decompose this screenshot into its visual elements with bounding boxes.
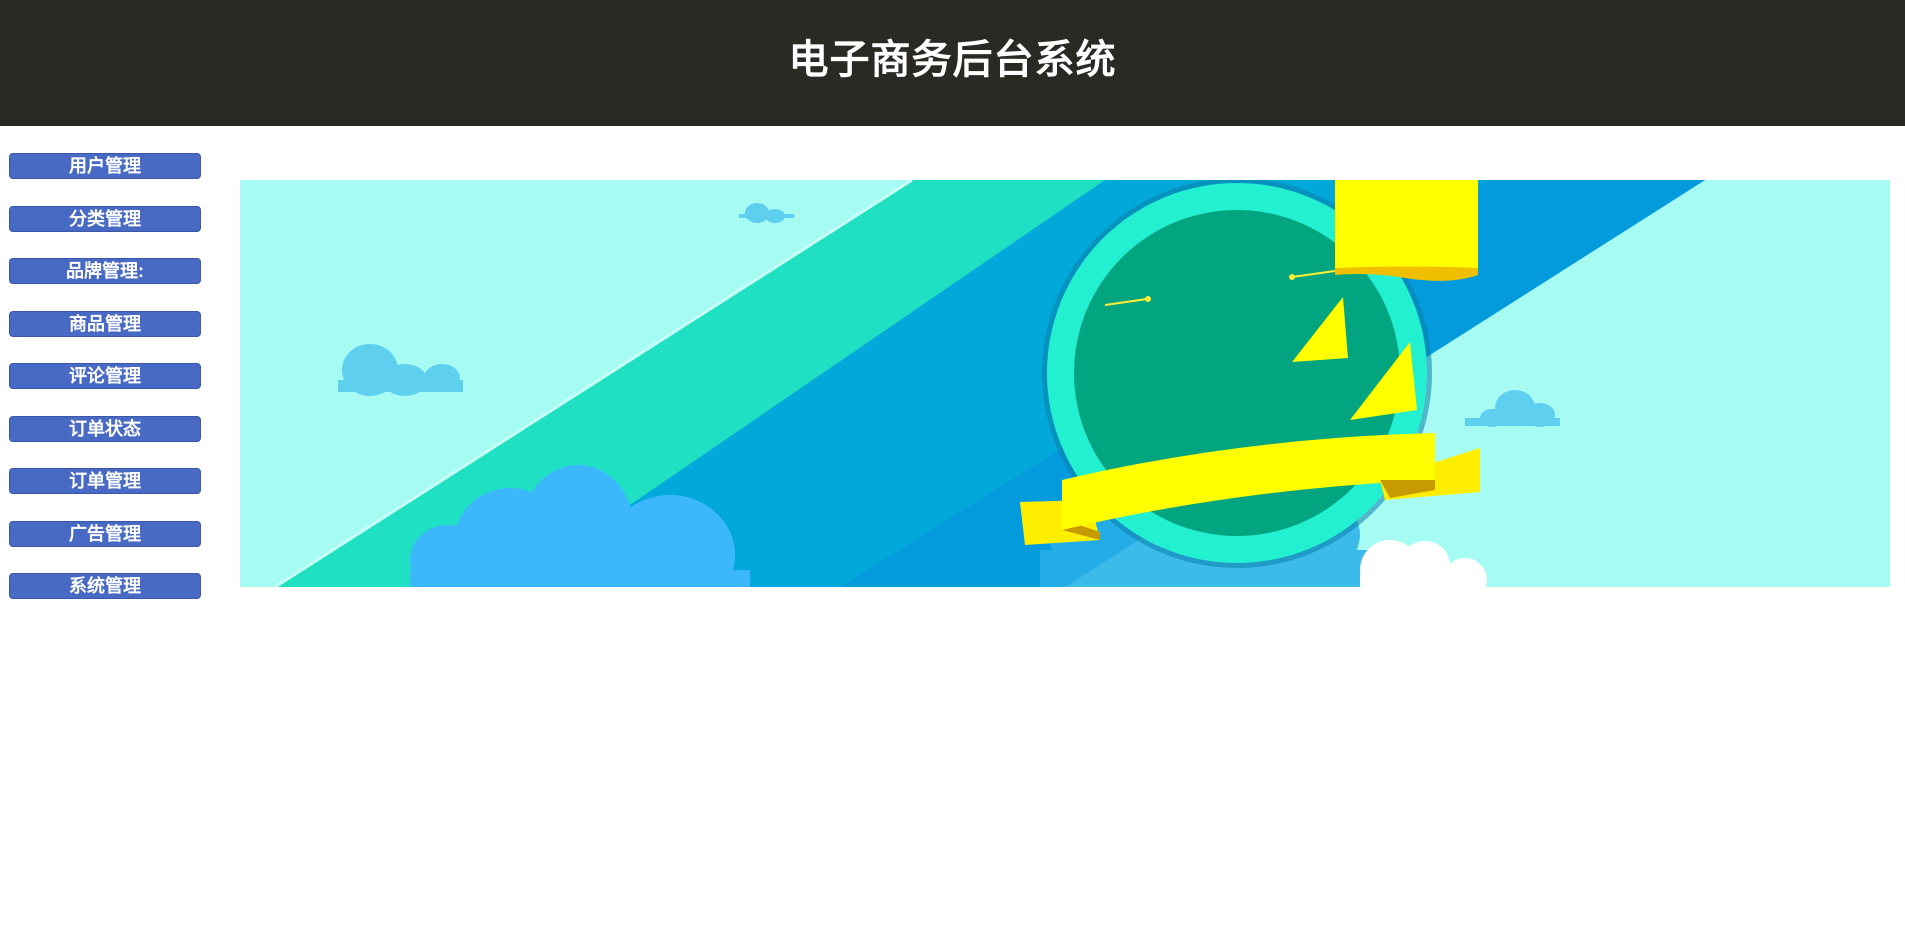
nav-button-ad-management[interactable]: 广告管理 <box>9 520 201 547</box>
nav-button-order-management[interactable]: 订单管理 <box>9 468 201 494</box>
ribbon-top-icon <box>1335 180 1478 278</box>
spark-dot-icon <box>1289 274 1295 280</box>
nav-button-system-management[interactable]: 系统管理 <box>9 573 201 599</box>
spark-dot-icon <box>1145 296 1151 302</box>
nav-button-user-management[interactable]: 用户管理 <box>9 153 201 179</box>
nav-button-order-status[interactable]: 订单状态 <box>9 415 201 442</box>
promo-banner <box>240 180 1890 587</box>
nav-button-product-management[interactable]: 商品管理 <box>9 310 201 337</box>
sidebar-nav: 用户管理 分类管理 品牌管理: 商品管理 评论管理 订单状态 订单管理 广告管理… <box>9 153 201 626</box>
page-title: 电子商务后台系统 <box>788 37 1117 83</box>
promo-banner-image <box>240 180 1890 587</box>
app-header: 电子商务后台系统 <box>0 0 1905 126</box>
nav-button-comment-management[interactable]: 评论管理 <box>9 363 201 389</box>
nav-button-brand-management[interactable]: 品牌管理: <box>9 258 201 284</box>
nav-button-category-management[interactable]: 分类管理 <box>9 205 201 232</box>
